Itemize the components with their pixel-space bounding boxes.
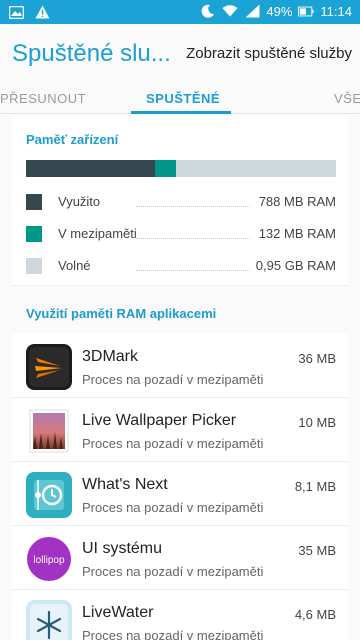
image-icon [8,4,24,20]
app-list: 3DMark Proces na pozadí v mezipaměti 36 … [12,334,348,640]
tab-running[interactable]: SPUŠTĚNÉ [146,91,220,106]
tab-move[interactable]: PŘESUNOUT [0,91,86,106]
app-size: 10 MB [298,415,336,430]
app-status: Proces na pozadí v mezipaměti [82,564,264,579]
app-ram-usage-title: Využití paměti RAM aplikacemi [26,306,217,321]
legend-label: V mezipaměti [58,226,137,241]
free-swatch [26,258,42,274]
used-segment [26,160,155,177]
signal-icon [244,3,260,19]
used-swatch [26,194,42,210]
warning-icon [34,4,50,20]
list-item[interactable]: 3DMark Proces na pozadí v mezipaměti 36 … [12,334,348,398]
legend-label: Využito [58,194,101,209]
app-size: 4,6 MB [294,607,336,622]
show-running-services-button[interactable]: Zobrazit spuštěné služby [186,45,352,62]
lollipop-icon-text: lollipop [33,555,65,566]
cached-swatch [26,226,42,242]
device-memory-title: Paměť zařízení [26,132,119,147]
app-status: Proces na pozadí v mezipaměti [82,372,264,387]
legend-used: Využito 788 MB RAM [26,192,336,212]
status-bar: 49% 11:14 [0,0,360,24]
moon-icon [200,3,216,19]
list-item[interactable]: LiveWater Proces na pozadí v mezipaměti … [12,590,348,640]
device-memory-card: Paměť zařízení Využito 788 MB RAM V mezi… [12,116,348,286]
battery-percent: 49% [266,3,293,19]
memory-usage-bar [26,160,336,177]
app-size: 36 MB [298,351,336,366]
tab-bar: PŘESUNOUT SPUŠTĚNÉ VŠE [0,84,360,114]
page-title: Spuštěné slu... [12,40,171,67]
app-name: LiveWater [82,604,154,621]
whats-next-icon [26,472,72,518]
list-item[interactable]: Live Wallpaper Picker Proces na pozadí v… [12,398,348,462]
clock: 11:14 [320,3,352,19]
tab-all[interactable]: VŠE [334,91,360,106]
app-name: What's Next [82,476,168,493]
legend-cached: V mezipaměti 132 MB RAM [26,224,336,244]
app-name: Live Wallpaper Picker [82,412,237,429]
cached-segment [155,160,176,177]
wallpaper-icon [26,408,72,454]
app-status: Proces na pozadí v mezipaměti [82,628,264,640]
battery-icon [298,3,314,19]
wifi-icon [222,3,238,19]
legend-value: 788 MB RAM [258,194,336,209]
snowflake-icon [26,600,72,640]
3dmark-icon [26,344,72,390]
tab-indicator [131,111,231,114]
app-bar: Spuštěné slu... Zobrazit spuštěné služby [0,24,360,84]
app-name: UI systému [82,540,163,557]
list-item[interactable]: lollipop UI systému Proces na pozadí v m… [12,526,348,590]
legend-label: Volné [58,258,91,273]
app-size: 8,1 MB [294,479,336,494]
free-segment [176,160,336,177]
legend-value: 0,95 GB RAM [255,258,336,273]
list-item[interactable]: What's Next Proces na pozadí v mezipamět… [12,462,348,526]
app-status: Proces na pozadí v mezipaměti [82,436,264,451]
legend-free: Volné 0,95 GB RAM [26,256,336,276]
app-status: Proces na pozadí v mezipaměti [82,500,264,515]
app-size: 35 MB [298,543,336,558]
app-name: 3DMark [82,348,139,365]
lollipop-icon: lollipop [26,536,72,582]
legend-value: 132 MB RAM [258,226,336,241]
